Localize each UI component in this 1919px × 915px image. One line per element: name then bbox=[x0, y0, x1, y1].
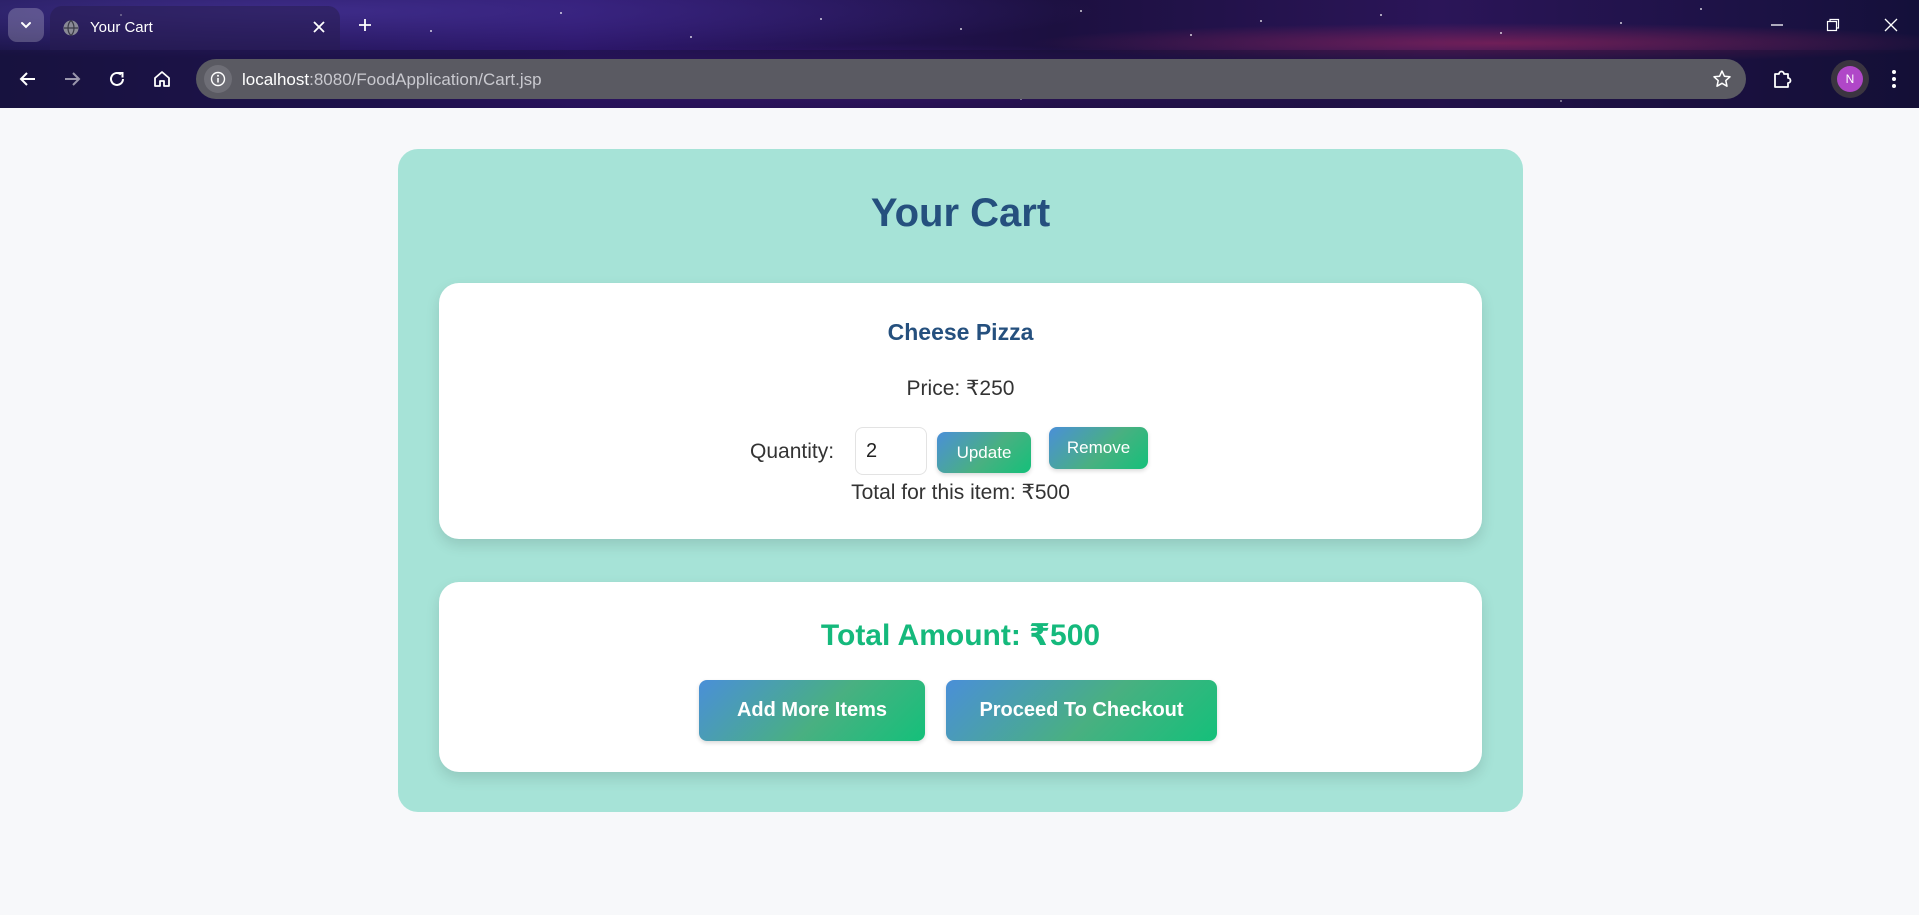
background-star bbox=[1620, 22, 1622, 24]
page-body: Your Cart Cheese Pizza Price: ₹250 Quant… bbox=[0, 108, 1919, 915]
close-tab-button[interactable] bbox=[308, 16, 330, 38]
background-star bbox=[820, 18, 822, 20]
browser-chrome: Your Cart localhost:8080/FoodApplication… bbox=[0, 0, 1919, 108]
close-icon bbox=[1884, 18, 1898, 32]
item-name: Cheese Pizza bbox=[887, 319, 1034, 345]
url-host: localhost bbox=[242, 70, 310, 89]
total-amount: Total Amount: ₹500 bbox=[820, 619, 1101, 652]
background-star bbox=[960, 28, 962, 30]
kebab-menu-icon bbox=[1892, 70, 1896, 88]
home-button[interactable] bbox=[146, 63, 178, 95]
background-star bbox=[1080, 10, 1082, 12]
back-arrow-icon bbox=[19, 72, 35, 86]
minimize-icon bbox=[1771, 24, 1783, 26]
profile-initial: N bbox=[1837, 66, 1863, 92]
home-icon bbox=[154, 71, 170, 87]
restore-icon bbox=[1826, 18, 1840, 32]
forward-button[interactable] bbox=[56, 63, 88, 95]
background-star bbox=[1500, 32, 1502, 34]
forward-arrow-icon bbox=[65, 72, 81, 86]
quantity-label: Quantity: bbox=[750, 440, 835, 463]
background-star bbox=[690, 36, 692, 38]
reload-icon bbox=[110, 71, 124, 86]
restore-button[interactable] bbox=[1818, 10, 1848, 40]
minimize-button[interactable] bbox=[1762, 10, 1792, 40]
item-total: Total for this item: ₹500 bbox=[851, 481, 1070, 504]
background-star bbox=[560, 12, 562, 14]
profile-avatar[interactable]: N bbox=[1831, 60, 1869, 98]
close-window-button[interactable] bbox=[1876, 10, 1906, 40]
globe-icon bbox=[63, 20, 79, 36]
checkout-button[interactable]: Proceed To Checkout bbox=[946, 680, 1217, 741]
bookmark-button[interactable] bbox=[1710, 67, 1734, 91]
background-star bbox=[1260, 20, 1262, 22]
browser-menu-button[interactable] bbox=[1880, 63, 1908, 95]
browser-toolbar: localhost:8080/FoodApplication/Cart.jsp … bbox=[0, 50, 1919, 108]
browser-tab[interactable]: Your Cart bbox=[50, 6, 340, 50]
url-path: :8080/FoodApplication/Cart.jsp bbox=[309, 70, 542, 89]
remove-button[interactable]: Remove bbox=[1049, 427, 1148, 469]
background-star bbox=[430, 30, 432, 32]
plus-icon bbox=[359, 19, 371, 31]
update-button[interactable]: Update bbox=[937, 432, 1031, 473]
tab-title: Your Cart bbox=[90, 19, 153, 36]
address-bar[interactable]: localhost:8080/FoodApplication/Cart.jsp bbox=[196, 59, 1746, 99]
close-icon bbox=[313, 21, 325, 33]
page-title: Your Cart bbox=[870, 191, 1051, 235]
star-icon bbox=[1713, 70, 1731, 87]
info-icon bbox=[210, 71, 226, 87]
reload-button[interactable] bbox=[101, 63, 133, 95]
url-text: localhost:8080/FoodApplication/Cart.jsp bbox=[242, 70, 542, 90]
puzzle-icon bbox=[1774, 70, 1792, 88]
add-more-items-button[interactable]: Add More Items bbox=[699, 680, 925, 741]
back-button[interactable] bbox=[12, 63, 44, 95]
background-star bbox=[1700, 8, 1702, 10]
quantity-input[interactable] bbox=[855, 427, 927, 475]
cart-summary-card: Total Amount: ₹500 Add More Items Procee… bbox=[439, 582, 1482, 772]
new-tab-button[interactable] bbox=[352, 12, 378, 38]
item-price: Price: ₹250 bbox=[906, 377, 1015, 400]
cart-container: Your Cart Cheese Pizza Price: ₹250 Quant… bbox=[398, 149, 1523, 812]
cart-item-card: Cheese Pizza Price: ₹250 Quantity: Updat… bbox=[439, 283, 1482, 539]
site-info-button[interactable] bbox=[204, 65, 232, 93]
chevron-down-icon bbox=[21, 22, 31, 29]
background-star bbox=[1190, 34, 1192, 36]
extensions-button[interactable] bbox=[1766, 63, 1798, 95]
tab-list-button[interactable] bbox=[8, 8, 44, 42]
background-star bbox=[1380, 14, 1382, 16]
